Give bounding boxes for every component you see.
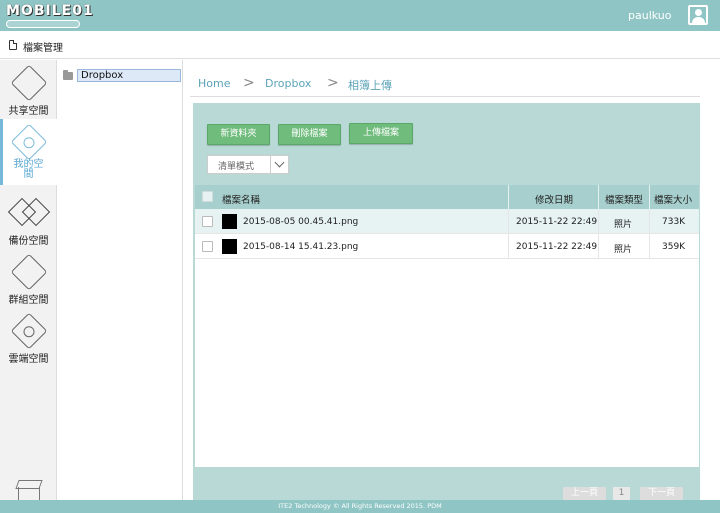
logo-text: MOBILE01 [6, 3, 94, 19]
file-table: 檔案名稱 修改日期 檔案類型 檔案大小 2015-08-05 00.45.41.… [195, 185, 699, 467]
nav-label: 共享空間 [8, 106, 49, 117]
page-title: 檔案管理 [23, 43, 63, 54]
row-checkbox[interactable] [202, 216, 213, 227]
subheader: 檔案管理 [0, 31, 720, 59]
table-header: 檔案名稱 修改日期 檔案類型 檔案大小 [195, 185, 699, 209]
breadcrumb-current[interactable]: 相簿上傳 [348, 77, 392, 93]
top-bar: MOBILE01 paulkuo [0, 0, 720, 31]
file-thumbnail [222, 214, 237, 229]
breadcrumb: Home > Dropbox > 相簿上傳 [190, 60, 700, 97]
file-name[interactable]: 2015-08-14 15.41.23.png [243, 242, 358, 252]
nav-label: 雲端空間 [8, 354, 49, 365]
file-type: 照片 [614, 245, 633, 255]
file-type: 照片 [614, 220, 633, 230]
column-divider [649, 185, 650, 209]
table-row[interactable]: 2015-08-05 00.45.41.png 2015-11-22 22:49… [195, 209, 699, 234]
chevron-down-icon[interactable] [270, 156, 289, 173]
home-icon [10, 123, 48, 161]
column-divider [598, 185, 599, 209]
column-header-name[interactable]: 檔案名稱 [222, 192, 260, 206]
nav-item-backup-space[interactable]: 備份空間 [0, 190, 57, 250]
share-icon [10, 64, 48, 102]
breadcrumb-separator: > [243, 75, 255, 91]
row-checkbox[interactable] [202, 241, 213, 252]
nav-label: 我的空間 [13, 159, 44, 180]
backup-icon [7, 197, 51, 227]
nav-item-my-space[interactable]: 我的空間 [0, 119, 57, 185]
upload-file-button[interactable]: 上傳檔案 [349, 123, 413, 144]
document-icon [9, 40, 17, 50]
folder-tree: Dropbox [58, 60, 183, 500]
nav-label: 備份空間 [8, 236, 49, 247]
breadcrumb-home[interactable]: Home [198, 77, 230, 90]
folder-icon [63, 70, 73, 80]
new-folder-button[interactable]: 新資料夾 [207, 124, 270, 145]
delete-file-button[interactable]: 刪除檔案 [278, 124, 341, 145]
mobile01-logo[interactable]: MOBILE01 [2, 1, 126, 29]
cell-divider [508, 209, 509, 234]
view-mode-select[interactable]: 清單模式 [207, 155, 289, 174]
column-header-size[interactable]: 檔案大小 [654, 192, 692, 206]
username[interactable]: paulkuo [628, 9, 671, 22]
file-modified: 2015-11-22 22:49 [516, 217, 598, 227]
tree-item-dropbox[interactable]: Dropbox [77, 69, 181, 82]
nav-item-shared-space[interactable]: 共享空間 [0, 60, 57, 120]
cell-divider [598, 234, 599, 259]
breadcrumb-separator: > [327, 75, 339, 91]
column-header-type[interactable]: 檔案類型 [605, 192, 643, 206]
column-divider [508, 185, 509, 209]
file-thumbnail [222, 239, 237, 254]
cell-divider [508, 234, 509, 259]
group-icon [10, 253, 48, 291]
column-header-modified[interactable]: 修改日期 [535, 192, 573, 206]
table-row[interactable]: 2015-08-14 15.41.23.png 2015-11-22 22:49… [195, 234, 699, 259]
logo-pill-shape [6, 20, 80, 28]
breadcrumb-dropbox[interactable]: Dropbox [265, 77, 311, 90]
next-page-button[interactable]: 下一頁 [640, 487, 683, 500]
file-modified: 2015-11-22 22:49 [516, 242, 598, 252]
left-nav: 共享空間 我的空間 備份空間 群組空間 雲端空間 [0, 60, 57, 502]
file-panel: 新資料夾 刪除檔案 上傳檔案 清單模式 檔案名稱 修改日期 檔案類型 檔案大小 … [193, 103, 700, 500]
cloud-home-icon [10, 312, 48, 350]
prev-page-button[interactable]: 上一頁 [563, 487, 606, 500]
view-mode-label: 清單模式 [218, 162, 255, 172]
footer: ITE2 Technology © All Rights Reserved 20… [0, 500, 720, 513]
cell-divider [649, 209, 650, 234]
select-all-checkbox[interactable] [202, 191, 213, 202]
nav-item-cloud-space[interactable]: 雲端空間 [0, 308, 57, 368]
current-page[interactable]: 1 [613, 487, 630, 500]
cell-divider [649, 234, 650, 259]
avatar-body [692, 17, 705, 23]
file-size: 359K [662, 242, 686, 252]
file-size: 733K [662, 217, 686, 227]
file-name[interactable]: 2015-08-05 00.45.41.png [243, 217, 358, 227]
nav-label: 群組空間 [8, 295, 49, 306]
nav-item-group-space[interactable]: 群組空間 [0, 249, 57, 309]
cell-divider [598, 209, 599, 234]
avatar-head [695, 9, 702, 16]
user-avatar-icon[interactable] [688, 5, 708, 25]
